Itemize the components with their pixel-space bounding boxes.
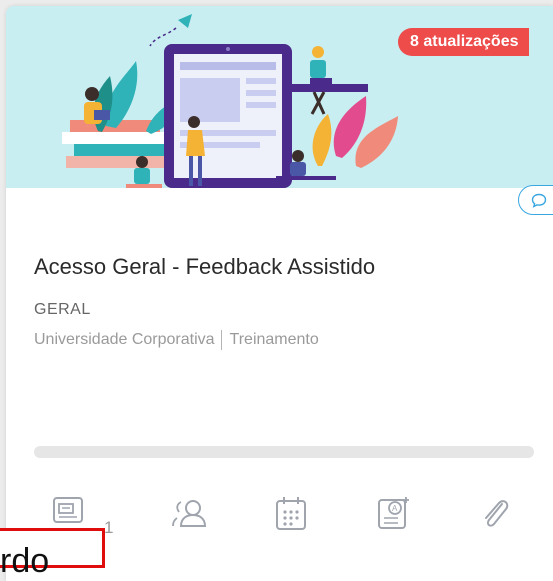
comment-icon — [531, 193, 547, 208]
course-card[interactable]: 8 atualizações Acesso Geral - Feedback A… — [6, 6, 553, 581]
participants-button[interactable] — [171, 496, 211, 530]
course-title[interactable]: Acesso Geral - Feedback Assistido — [34, 254, 375, 280]
documents-button[interactable] — [50, 496, 86, 530]
assessment-icon: A — [378, 497, 409, 529]
attachments-button[interactable] — [480, 496, 512, 532]
updates-badge: 8 atualizações — [398, 28, 529, 56]
course-banner-illustration: 8 atualizações — [6, 6, 553, 188]
document-icon — [53, 497, 83, 523]
course-category: GERAL — [34, 301, 91, 318]
comment-button[interactable] — [518, 185, 553, 215]
documents-count: 1 — [104, 518, 114, 537]
meta-department: Universidade Corporativa — [34, 331, 215, 349]
people-icon — [172, 500, 207, 527]
calendar-icon — [276, 497, 306, 530]
course-meta: Universidade Corporativa Treinamento — [34, 330, 319, 350]
overlay-text: rdo — [0, 542, 50, 580]
meta-type: Treinamento — [229, 331, 319, 349]
assessment-button[interactable]: A — [376, 496, 412, 532]
progress-bar — [34, 446, 534, 458]
meta-divider — [220, 330, 222, 350]
schedule-button[interactable] — [274, 496, 308, 532]
svg-text:A: A — [392, 504, 398, 513]
paperclip-icon — [485, 500, 509, 527]
